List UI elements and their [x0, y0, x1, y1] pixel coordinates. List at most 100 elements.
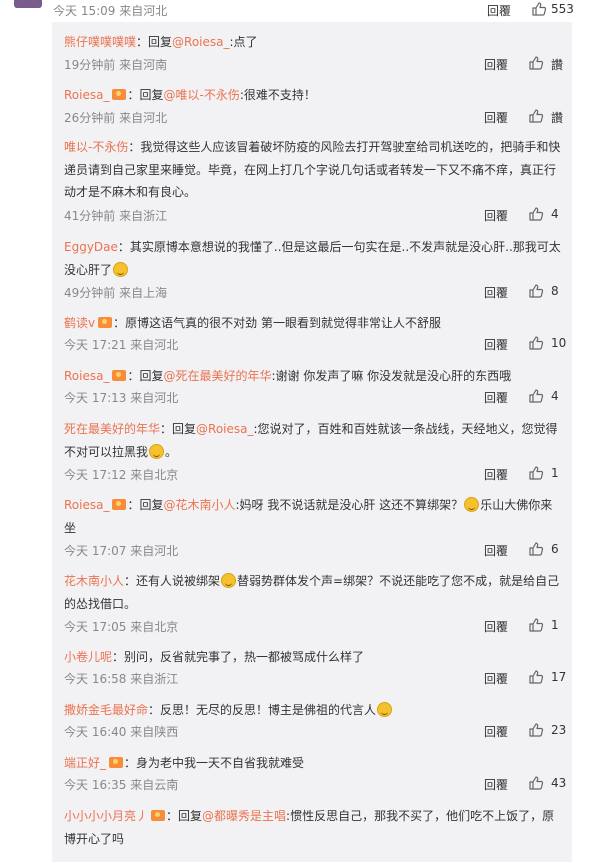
username-link[interactable]: 花木南小人 — [64, 574, 124, 588]
username-link[interactable]: 撒娇金毛最好命 — [64, 703, 148, 717]
reply-meta: 今天 17:07 来自河北 — [64, 544, 179, 558]
vip-badge-icon — [151, 810, 166, 821]
username-link[interactable]: Roiesa_ — [64, 498, 109, 512]
tear-emoji-icon — [464, 497, 480, 512]
vip-badge-icon — [109, 757, 124, 768]
reply-text: 鹤读v ：原博这语气真的很不对劲 第一眼看到就觉得非常让人不舒服 — [64, 316, 441, 330]
reply-content: 很难不支持！ — [243, 88, 316, 102]
reply-meta: 今天 17:21 来自河北 — [64, 338, 179, 352]
username-link[interactable]: 小小小小月亮丿 — [64, 809, 148, 823]
vip-badge-icon — [112, 89, 127, 100]
like-count: 4 — [551, 207, 559, 221]
reply-list: 熊仔噗噗噗噗：回复@Roiesa_:点了 19分钟前 来自河南 回覆 讚 Roi… — [52, 22, 572, 862]
username-link[interactable]: Roiesa_ — [64, 369, 109, 383]
mention-link[interactable]: @花木南小人 — [163, 498, 235, 512]
reply-meta: 今天 17:13 来自河北 — [64, 391, 179, 405]
like-icon[interactable] — [528, 206, 544, 222]
like-count: 23 — [551, 723, 567, 737]
like-count: 553 — [551, 2, 574, 16]
username-link[interactable]: 熊仔噗噗噗噗 — [64, 35, 136, 49]
vip-badge-icon — [98, 317, 113, 328]
like-icon[interactable] — [528, 335, 544, 351]
reply-text: 撒娇金毛最好命：反思！无尽的反思！博主是佛祖的代言人 — [64, 699, 564, 722]
reply-content: 我觉得这些人应该冒着破坏防疫的风险去打开驾驶室给司机送吃的，把骑手和快递员请到自… — [64, 140, 561, 199]
reply-button[interactable]: 回覆 — [484, 336, 508, 353]
reply-button[interactable]: 回覆 — [484, 389, 508, 406]
username-link[interactable]: EggyDae — [64, 240, 118, 254]
username-link[interactable]: Roiesa_ — [64, 88, 109, 102]
reply-content: 别问，反省就完事了，热一都被骂成什么样了 — [124, 650, 365, 664]
reply-text: Roiesa_ ：回复@花木南小人:妈呀 我不说话就是没心肝 这还不算绑架？ 乐山大… — [64, 497, 553, 535]
reply-button[interactable]: 回覆 — [484, 207, 508, 224]
reply-text: EggyDae：其实原博本意想说的我懂了..但是这最后一句实在是..不发声就是没… — [64, 240, 561, 277]
reply-content: 妈呀 我不说话就是没心肝 这还不算绑架？ — [239, 498, 464, 512]
kiss-emoji-icon — [377, 702, 393, 717]
like-count: 43 — [551, 776, 567, 790]
reply-text: 端正好_ ：身为老中我一天不自省我就难受 — [64, 756, 305, 770]
reply-meta: 今天 17:12 来自北京 — [64, 468, 179, 482]
like-count: 讚 — [551, 111, 564, 125]
username-link[interactable]: 端正好_ — [64, 756, 106, 770]
like-icon[interactable] — [528, 669, 544, 685]
like-count: 10 — [551, 336, 567, 350]
reply-meta: 今天 16:58 来自浙江 — [64, 672, 179, 686]
like-icon[interactable] — [528, 775, 544, 791]
username-link[interactable]: 唯以-不永伤 — [64, 140, 128, 154]
like-icon[interactable] — [528, 465, 544, 481]
like-icon[interactable] — [528, 55, 544, 71]
vip-badge-icon — [112, 499, 127, 510]
reply-button[interactable]: 回覆 — [484, 618, 508, 635]
top-comment-footer: 今天 15:09 来自河北 回覆 553 — [0, 0, 612, 22]
reply-button[interactable]: 回覆 — [484, 56, 508, 73]
mention-link[interactable]: @Roiesa_ — [172, 35, 229, 49]
reply-button[interactable]: 回覆 — [484, 776, 508, 793]
avatar[interactable] — [14, 0, 42, 8]
like-icon[interactable] — [528, 283, 544, 299]
reply-content: 身为老中我一天不自省我就难受 — [136, 756, 305, 770]
reply-content: 点了 — [233, 35, 258, 49]
username-link[interactable]: 死在最美好的年华 — [64, 422, 160, 436]
reply-button[interactable]: 回覆 — [484, 466, 508, 483]
like-count: 6 — [551, 542, 559, 556]
reply-content: 反思！无尽的反思！博主是佛祖的代言人 — [160, 703, 377, 717]
reply-text: Roiesa_ ：回复@死在最美好的年华:谢谢 你发声了嘛 你没发就是没心肝的东西… — [64, 369, 512, 383]
reply-meta: 41分钟前 来自浙江 — [64, 209, 168, 223]
mention-link[interactable]: @都曝秀是主唱 — [202, 809, 286, 823]
like-icon[interactable] — [528, 617, 544, 633]
comment-meta: 今天 15:09 来自河北 — [53, 4, 168, 18]
like-count: 4 — [551, 389, 559, 403]
reply-button[interactable]: 回覆 — [487, 2, 511, 19]
username-link[interactable]: 鹤读v — [64, 316, 95, 330]
reply-text: 唯以-不永伤：我觉得这些人应该冒着破坏防疫的风险去打开驾驶室给司机送吃的，把骑手… — [64, 140, 561, 199]
like-count: 8 — [551, 284, 559, 298]
reply-button[interactable]: 回覆 — [484, 723, 508, 740]
like-icon[interactable] — [528, 722, 544, 738]
reply-button[interactable]: 回覆 — [484, 109, 508, 126]
reply-content: 还有人说被绑架 — [136, 574, 221, 588]
reply-button[interactable]: 回覆 — [484, 670, 508, 687]
reply-meta: 今天 16:40 来自陕西 — [64, 725, 179, 739]
reply-meta: 今天 16:35 来自云南 — [64, 778, 179, 792]
reply-meta: 19分钟前 来自河南 — [64, 58, 168, 72]
reply-button[interactable]: 回覆 — [484, 542, 508, 559]
like-icon[interactable] — [531, 1, 547, 17]
mention-link[interactable]: @唯以-不永伤 — [163, 88, 239, 102]
like-count: 1 — [551, 466, 559, 480]
like-icon[interactable] — [528, 108, 544, 124]
like-count: 17 — [551, 670, 567, 684]
mention-link[interactable]: @死在最美好的年华 — [163, 369, 271, 383]
reply-text: 熊仔噗噗噗噗：回复@Roiesa_:点了 — [64, 35, 258, 49]
reply-meta: 今天 17:05 来自北京 — [64, 620, 179, 634]
mention-link[interactable]: @Roiesa_ — [196, 422, 253, 436]
like-icon[interactable] — [528, 388, 544, 404]
username-link[interactable]: 小卷儿呢 — [64, 650, 112, 664]
reply-button[interactable]: 回覆 — [484, 284, 508, 301]
grin-emoji-icon — [221, 573, 237, 588]
like-icon[interactable] — [528, 541, 544, 557]
reply-text: 花木南小人：还有人说被绑架 替弱势群体发个声=绑架？不说还能吃了您不成，就是给自己… — [64, 573, 560, 611]
reply-content: 其实原博本意想说的我懂了..但是这最后一句实在是..不发声就是没心肝..那我可太… — [64, 240, 561, 277]
like-count: 讚 — [551, 58, 564, 72]
reply-text: Roiesa_ ：回复@唯以-不永伤:很难不支持！ — [64, 88, 316, 102]
laugh-cry-emoji-icon — [113, 261, 129, 277]
like-count: 1 — [551, 618, 559, 632]
